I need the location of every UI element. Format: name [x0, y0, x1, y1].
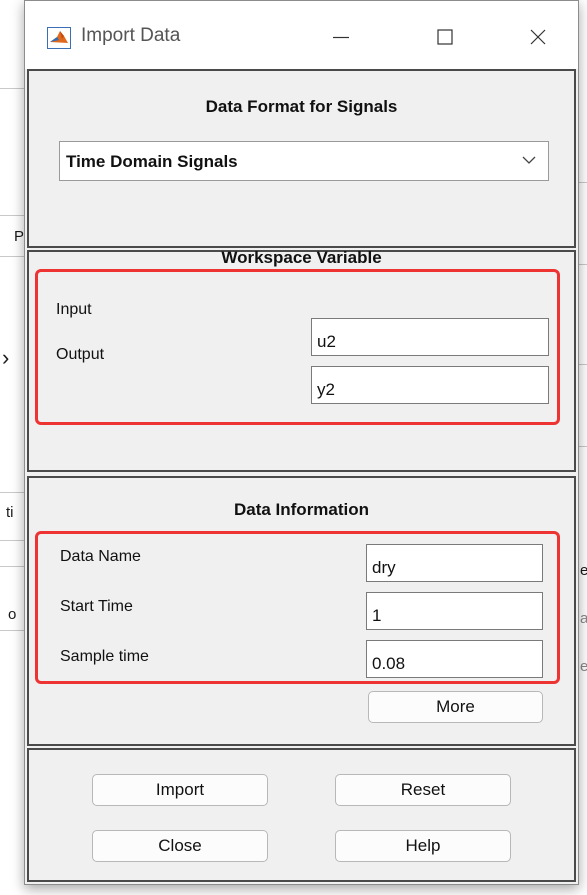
input-field[interactable]: u2	[311, 318, 549, 356]
input-label: Input	[56, 301, 92, 318]
data-name-field[interactable]: dry	[366, 544, 543, 582]
data-format-title: Data Format for Signals	[205, 97, 398, 116]
data-format-select[interactable]: Time Domain Signals	[59, 141, 549, 181]
background-text: o	[8, 606, 17, 623]
background-divider	[0, 540, 24, 541]
sample-time-field[interactable]: 0.08	[366, 640, 543, 678]
background-divider	[579, 364, 587, 365]
data-format-selected: Time Domain Signals	[66, 152, 238, 171]
background-divider	[0, 215, 24, 216]
matlab-app-icon	[47, 27, 71, 49]
title-bar[interactable]: Import Data	[25, 1, 578, 69]
background-divider	[0, 492, 24, 493]
start-time-field[interactable]: 1	[366, 592, 543, 630]
import-data-dialog: Import Data Data Format for Signals Time…	[24, 0, 579, 885]
background-text: e	[580, 562, 587, 579]
close-icon[interactable]	[518, 19, 558, 55]
sample-time-label: Sample time	[60, 648, 149, 665]
background-divider	[0, 630, 24, 631]
background-arrow: ›	[2, 345, 10, 370]
workspace-variable-panel: Workspace Variable Input u2 Output y2	[27, 248, 576, 472]
data-format-panel: Data Format for Signals Time Domain Sign…	[27, 69, 576, 248]
background-text: a	[580, 610, 587, 627]
more-button[interactable]: More	[368, 691, 543, 723]
background-divider	[0, 566, 24, 567]
background-text: e	[580, 658, 587, 675]
minimize-icon[interactable]	[321, 19, 361, 55]
help-button[interactable]: Help	[335, 830, 511, 862]
data-information-panel: Data Information Data Name dry Start Tim…	[27, 476, 576, 746]
maximize-icon[interactable]	[425, 19, 465, 55]
background-divider	[0, 88, 24, 89]
chevron-down-icon	[522, 156, 536, 164]
background-divider	[579, 446, 587, 447]
data-name-label: Data Name	[60, 548, 141, 565]
data-information-title: Data Information	[233, 500, 370, 519]
output-label: Output	[56, 346, 105, 363]
background-divider	[579, 182, 587, 183]
background-divider	[579, 264, 587, 265]
background-text: ti	[6, 504, 14, 521]
import-button[interactable]: Import	[92, 774, 268, 806]
reset-button[interactable]: Reset	[335, 774, 511, 806]
background-text: P	[14, 228, 25, 245]
close-button[interactable]: Close	[92, 830, 268, 862]
background-divider	[0, 256, 24, 257]
start-time-label: Start Time	[60, 598, 133, 615]
workspace-variable-title: Workspace Variable	[221, 248, 382, 267]
actions-panel: Import Reset Close Help	[27, 748, 576, 882]
window-title: Import Data	[81, 25, 181, 46]
output-field[interactable]: y2	[311, 366, 549, 404]
